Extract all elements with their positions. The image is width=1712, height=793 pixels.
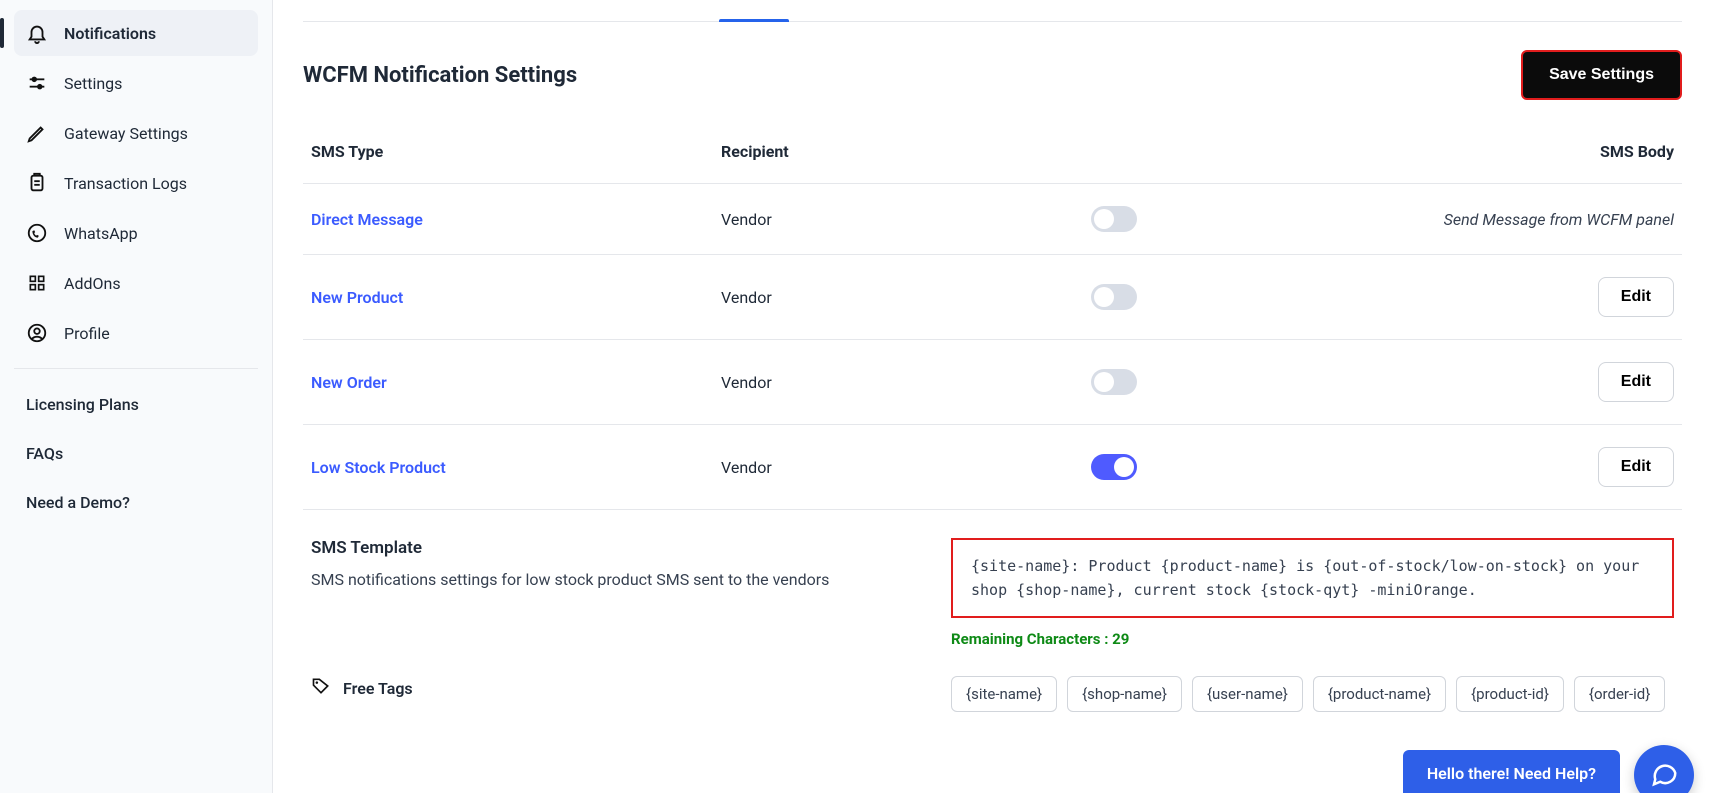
main-content: WCFM Notification Settings Save Settings… — [273, 0, 1712, 793]
sms-template-textarea[interactable]: {site-name}: Product {product-name} is {… — [951, 538, 1674, 618]
tag-chip[interactable]: {shop-name} — [1067, 676, 1182, 712]
sidebar-item-label: Settings — [64, 74, 122, 93]
sidebar-link-faqs[interactable]: FAQs — [14, 432, 258, 475]
column-header-recipient: Recipient — [721, 142, 1091, 161]
recipient-cell: Vendor — [721, 288, 1091, 307]
sms-type-link[interactable]: New Product — [311, 288, 403, 307]
sms-template-title: SMS Template — [311, 538, 911, 558]
bell-icon — [26, 22, 48, 44]
page-title: WCFM Notification Settings — [303, 63, 577, 88]
sidebar-item-profile[interactable]: Profile — [14, 310, 258, 356]
edit-button[interactable]: Edit — [1598, 447, 1674, 487]
tag-chip[interactable]: {site-name} — [951, 676, 1057, 712]
sidebar-item-label: AddOns — [64, 274, 121, 293]
edit-button[interactable]: Edit — [1598, 362, 1674, 402]
sidebar-item-label: WhatsApp — [64, 224, 138, 243]
tag-chip[interactable]: {product-name} — [1313, 676, 1446, 712]
sidebar-item-label: Gateway Settings — [64, 124, 188, 143]
table-header-row: SMS Type Recipient SMS Body — [303, 120, 1682, 184]
sidebar-item-transaction-logs[interactable]: Transaction Logs — [14, 160, 258, 206]
sidebar-link-need-demo[interactable]: Need a Demo? — [14, 481, 258, 524]
sidebar-item-addons[interactable]: AddOns — [14, 260, 258, 306]
edit-button[interactable]: Edit — [1598, 277, 1674, 317]
notification-table: SMS Type Recipient SMS Body Direct Messa… — [303, 120, 1682, 510]
sms-body-note: Send Message from WCFM panel — [1444, 210, 1674, 229]
sidebar-item-label: Profile — [64, 324, 110, 343]
save-settings-button[interactable]: Save Settings — [1521, 50, 1682, 100]
tag-chip[interactable]: {order-id} — [1574, 676, 1665, 712]
clipboard-icon — [26, 172, 48, 194]
tag-icon — [311, 676, 331, 700]
sliders-icon — [26, 72, 48, 94]
sidebar-item-notifications[interactable]: Notifications — [14, 10, 258, 56]
sidebar-item-label: Notifications — [64, 24, 156, 43]
free-tags-label: Free Tags — [343, 679, 413, 698]
sms-type-link[interactable]: Direct Message — [311, 210, 423, 229]
tag-chip[interactable]: {product-id} — [1456, 676, 1564, 712]
sidebar-link-licensing-plans[interactable]: Licensing Plans — [14, 383, 258, 426]
table-row: New Product Vendor Edit — [303, 255, 1682, 340]
whatsapp-icon — [26, 222, 48, 244]
sms-type-link[interactable]: New Order — [311, 373, 387, 392]
free-tags-list: {site-name} {shop-name} {user-name} {pro… — [951, 676, 1674, 712]
sms-template-description: SMS notifications settings for low stock… — [311, 568, 911, 592]
free-tags-section: Free Tags {site-name} {shop-name} {user-… — [303, 648, 1682, 742]
column-header-sms-body: SMS Body — [1251, 142, 1674, 161]
recipient-cell: Vendor — [721, 373, 1091, 392]
tag-chip[interactable]: {user-name} — [1192, 676, 1303, 712]
sidebar-divider — [14, 368, 258, 369]
chat-icon — [1649, 758, 1679, 792]
sidebar: Notifications Settings Gateway Settings … — [0, 0, 273, 793]
toggle-switch[interactable] — [1091, 206, 1137, 232]
table-row: New Order Vendor Edit — [303, 340, 1682, 425]
sms-type-link[interactable]: Low Stock Product — [311, 458, 446, 477]
remaining-characters: Remaining Characters : 29 — [951, 630, 1674, 648]
toggle-switch[interactable] — [1091, 454, 1137, 480]
sidebar-item-gateway-settings[interactable]: Gateway Settings — [14, 110, 258, 156]
sidebar-item-whatsapp[interactable]: WhatsApp — [14, 210, 258, 256]
sidebar-item-settings[interactable]: Settings — [14, 60, 258, 106]
recipient-cell: Vendor — [721, 210, 1091, 229]
tab-indicator — [303, 0, 1682, 22]
pen-icon — [26, 122, 48, 144]
help-bar[interactable]: Hello there! Need Help? — [1403, 750, 1620, 793]
toggle-switch[interactable] — [1091, 369, 1137, 395]
table-row: Low Stock Product Vendor Edit — [303, 425, 1682, 510]
table-row: Direct Message Vendor Send Message from … — [303, 184, 1682, 255]
sms-template-section: SMS Template SMS notifications settings … — [303, 510, 1682, 648]
recipient-cell: Vendor — [721, 458, 1091, 477]
page-header: WCFM Notification Settings Save Settings — [303, 40, 1682, 120]
toggle-switch[interactable] — [1091, 284, 1137, 310]
grid-icon — [26, 272, 48, 294]
column-header-sms-type: SMS Type — [311, 142, 721, 161]
sidebar-item-label: Transaction Logs — [64, 174, 187, 193]
chat-fab[interactable] — [1634, 745, 1694, 793]
user-circle-icon — [26, 322, 48, 344]
